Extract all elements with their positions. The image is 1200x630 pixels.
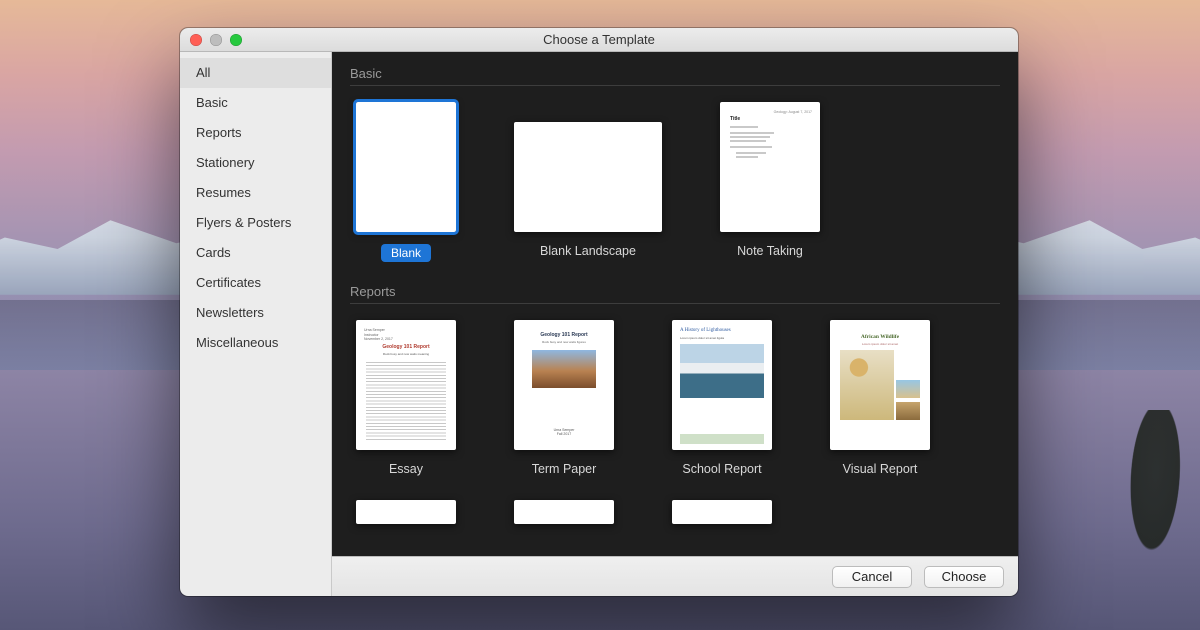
template-visual-report[interactable]: African Wildlife Lorem ipsum dolor sit a… xyxy=(830,320,930,476)
sidebar-item-reports[interactable]: Reports xyxy=(180,118,331,148)
term-paper-preview-image xyxy=(532,350,596,388)
visual-report-preview-image-small-1 xyxy=(896,380,920,398)
school-report-preview-image xyxy=(680,344,764,398)
choose-button[interactable]: Choose xyxy=(924,566,1004,588)
visual-report-preview-image xyxy=(840,350,894,420)
section-divider xyxy=(350,85,1000,86)
sidebar-item-basic[interactable]: Basic xyxy=(180,88,331,118)
visual-report-preview-title: African Wildlife xyxy=(830,334,930,340)
template-grid-reports-row2 xyxy=(356,500,1000,524)
template-grid-reports: Urna SemperInstructorNovember 2, 2017 Ge… xyxy=(356,320,1000,476)
template-thumb-partial[interactable] xyxy=(672,500,772,524)
template-label-visual-report: Visual Report xyxy=(843,462,918,476)
template-term-paper[interactable]: Geology 101 Report Rock busy and now wai… xyxy=(514,320,614,476)
template-row2-2[interactable] xyxy=(514,500,614,524)
sidebar-item-newsletters[interactable]: Newsletters xyxy=(180,298,331,328)
template-thumb-partial[interactable] xyxy=(514,500,614,524)
template-thumb-partial[interactable] xyxy=(356,500,456,524)
template-blank[interactable]: Blank xyxy=(356,102,456,262)
titlebar[interactable]: Choose a Template xyxy=(180,28,1018,52)
template-label-blank: Blank xyxy=(381,244,431,262)
template-thumb-blank-landscape[interactable] xyxy=(514,122,662,232)
template-main: Basic Blank Blank Landscape xyxy=(332,52,1018,596)
sidebar-item-flyers[interactable]: Flyers & Posters xyxy=(180,208,331,238)
template-essay[interactable]: Urna SemperInstructorNovember 2, 2017 Ge… xyxy=(356,320,456,476)
template-school-report[interactable]: A History of Lighthouses Lorem ipsum dol… xyxy=(672,320,772,476)
template-label-note-taking: Note Taking xyxy=(737,244,803,258)
section-divider xyxy=(350,303,1000,304)
template-thumb-essay[interactable]: Urna SemperInstructorNovember 2, 2017 Ge… xyxy=(356,320,456,450)
sidebar-item-miscellaneous[interactable]: Miscellaneous xyxy=(180,328,331,358)
sidebar-item-certificates[interactable]: Certificates xyxy=(180,268,331,298)
dialog-footer: Cancel Choose xyxy=(332,556,1018,596)
section-header-reports: Reports xyxy=(350,284,1000,299)
template-row2-3[interactable] xyxy=(672,500,772,524)
template-thumb-school-report[interactable]: A History of Lighthouses Lorem ipsum dol… xyxy=(672,320,772,450)
essay-preview-title: Geology 101 Report xyxy=(356,344,456,350)
term-paper-preview-title: Geology 101 Report xyxy=(514,332,614,338)
term-paper-preview-subtitle: Rock busy and now waits figures xyxy=(514,340,614,344)
note-taking-title: Title xyxy=(730,116,740,122)
template-grid-basic: Blank Blank Landscape Geology: August 7,… xyxy=(356,102,1000,262)
visual-report-preview-subtitle: Lorem ipsum dolor sit amet xyxy=(830,342,930,346)
school-report-preview-subtitle: Lorem ipsum dolor sit amet ligula xyxy=(680,336,724,340)
section-header-basic: Basic xyxy=(350,66,1000,81)
sidebar-item-all[interactable]: All xyxy=(180,58,331,88)
window-body: All Basic Reports Stationery Resumes Fly… xyxy=(180,52,1018,596)
template-row2-1[interactable] xyxy=(356,500,456,524)
template-scroll-area[interactable]: Basic Blank Blank Landscape xyxy=(332,52,1018,556)
note-taking-header: Geology: August 7, 2017 xyxy=(774,110,812,114)
template-label-school-report: School Report xyxy=(682,462,761,476)
template-thumb-blank[interactable] xyxy=(356,102,456,232)
template-blank-landscape[interactable]: Blank Landscape xyxy=(514,102,662,262)
cancel-button[interactable]: Cancel xyxy=(832,566,912,588)
school-report-preview-title: A History of Lighthouses xyxy=(680,328,731,333)
template-chooser-window: Choose a Template All Basic Reports Stat… xyxy=(180,28,1018,596)
template-label-term-paper: Term Paper xyxy=(532,462,597,476)
template-label-blank-landscape: Blank Landscape xyxy=(540,244,636,258)
visual-report-preview-image-small-2 xyxy=(896,402,920,420)
template-note-taking[interactable]: Geology: August 7, 2017 Title Note T xyxy=(720,102,820,262)
template-thumb-term-paper[interactable]: Geology 101 Report Rock busy and now wai… xyxy=(514,320,614,450)
wallpaper-tree xyxy=(1112,410,1194,630)
sidebar-item-resumes[interactable]: Resumes xyxy=(180,178,331,208)
school-report-preview-footer xyxy=(680,434,764,444)
sidebar-item-cards[interactable]: Cards xyxy=(180,238,331,268)
desktop-wallpaper: Choose a Template All Basic Reports Stat… xyxy=(0,0,1200,630)
template-label-essay: Essay xyxy=(389,462,423,476)
sidebar-item-stationery[interactable]: Stationery xyxy=(180,148,331,178)
window-title: Choose a Template xyxy=(180,32,1018,47)
template-thumb-note-taking[interactable]: Geology: August 7, 2017 Title xyxy=(720,102,820,232)
category-sidebar: All Basic Reports Stationery Resumes Fly… xyxy=(180,52,332,596)
template-thumb-visual-report[interactable]: African Wildlife Lorem ipsum dolor sit a… xyxy=(830,320,930,450)
